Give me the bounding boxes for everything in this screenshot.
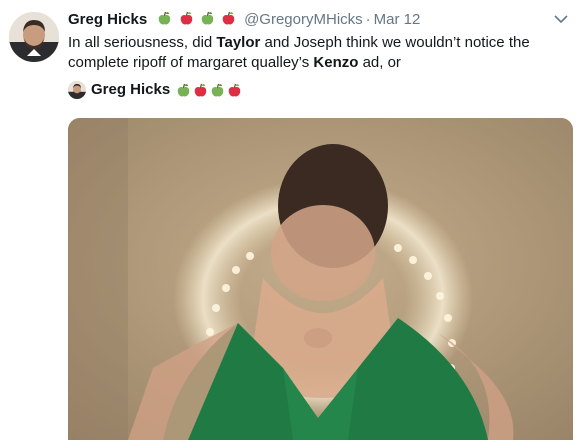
green-apple-icon	[201, 11, 214, 25]
text-part-bold: Kenzo	[313, 54, 359, 71]
text-part-bold: Taylor	[216, 34, 261, 51]
tweet-text: In all seriousness, did Taylor and Josep…	[68, 33, 568, 73]
red-apple-icon	[222, 11, 235, 25]
separator-dot: ·	[365, 11, 371, 28]
text-part: ad, or	[358, 54, 401, 71]
video-frame	[68, 118, 573, 440]
chevron-down-icon[interactable]	[554, 12, 568, 26]
red-apple-icon	[228, 83, 241, 96]
green-apple-icon	[177, 83, 190, 96]
green-apple-icon	[159, 11, 171, 25]
green-apple-icon	[211, 83, 224, 96]
text-part: In all seriousness, did	[68, 34, 217, 51]
author-handle[interactable]: @GregoryMHicks	[244, 11, 363, 28]
avatar-image	[9, 12, 59, 62]
tweet-date[interactable]: Mar 12	[374, 11, 421, 28]
tweet: Greg Hicks @GregoryMHicks · Mar 12 In all …	[0, 0, 586, 440]
quoted-avatar	[68, 81, 86, 99]
media-video[interactable]	[68, 118, 573, 440]
red-apple-icon	[180, 11, 192, 25]
tweet-header: Greg Hicks @GregoryMHicks · Mar 12	[68, 10, 420, 30]
avatar[interactable]	[9, 12, 59, 62]
red-apple-icon	[194, 83, 207, 96]
quoted-tweet-header[interactable]: Greg Hicks	[68, 80, 242, 100]
author-name[interactable]: Greg Hicks	[68, 11, 147, 28]
quoted-author-name: Greg Hicks	[91, 81, 171, 98]
